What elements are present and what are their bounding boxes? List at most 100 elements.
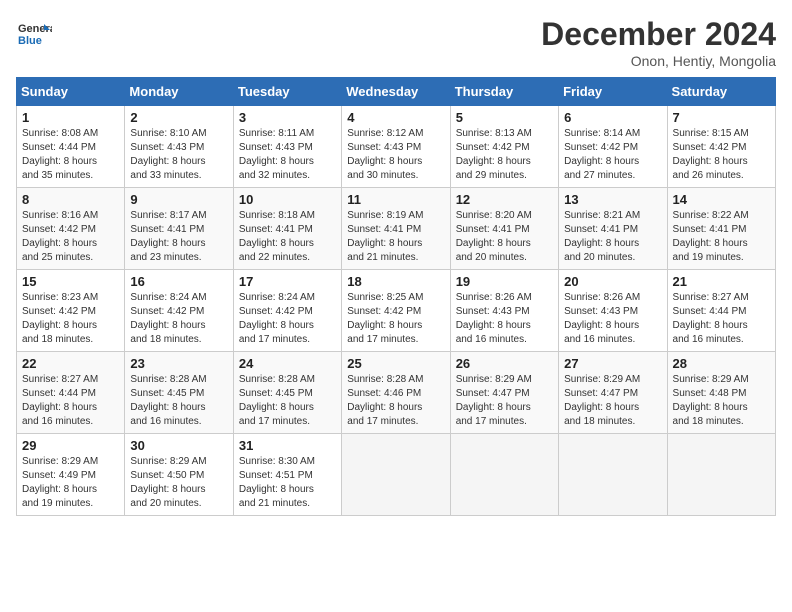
week-row-3: 15 Sunrise: 8:23 AM Sunset: 4:42 PM Dayli… xyxy=(17,270,776,352)
day-number: 28 xyxy=(673,356,770,371)
day-info: Sunrise: 8:19 AM Sunset: 4:41 PM Dayligh… xyxy=(347,209,444,265)
day-cell: 12Sunrise: 8:20 AM Sunset: 4:41 PM Dayli… xyxy=(450,188,558,270)
day-info: Sunrise: 8:29 AM Sunset: 4:49 PM Dayligh… xyxy=(22,455,119,511)
day-cell: 6 Sunrise: 8:14 AM Sunset: 4:42 PM Daylig… xyxy=(559,106,667,188)
day-cell: 9 Sunrise: 8:17 AM Sunset: 4:41 PM Daylig… xyxy=(125,188,233,270)
day-number: 9 xyxy=(130,192,227,207)
calendar-subtitle: Onon, Hentiy, Mongolia xyxy=(541,53,776,69)
day-cell: 25Sunrise: 8:28 AM Sunset: 4:46 PM Dayli… xyxy=(342,352,450,434)
day-info: Sunrise: 8:18 AM Sunset: 4:41 PM Dayligh… xyxy=(239,209,336,265)
day-info: Sunrise: 8:11 AM Sunset: 4:43 PM Dayligh… xyxy=(239,127,336,183)
day-cell: 26 Sunrise: 8:29 AM Sunset: 4:47 PM Dayli… xyxy=(450,352,558,434)
day-info: Sunrise: 8:13 AM Sunset: 4:42 PM Dayligh… xyxy=(456,127,553,183)
day-cell: 18 Sunrise: 8:25 AM Sunset: 4:42 PM Dayli… xyxy=(342,270,450,352)
day-info: Sunrise: 8:25 AM Sunset: 4:42 PM Dayligh… xyxy=(347,291,444,347)
day-cell: 16 Sunrise: 8:24 AM Sunset: 4:42 PM Dayli… xyxy=(125,270,233,352)
day-cell xyxy=(559,434,667,516)
day-cell: 31 Sunrise: 8:30 AM Sunset: 4:51 PM Dayli… xyxy=(233,434,341,516)
day-number: 23 xyxy=(130,356,227,371)
day-cell: 27 Sunrise: 8:29 AM Sunset: 4:47 PM Dayli… xyxy=(559,352,667,434)
day-cell xyxy=(450,434,558,516)
day-number: 30 xyxy=(130,438,227,453)
day-info: Sunrise: 8:10 AM Sunset: 4:43 PM Dayligh… xyxy=(130,127,227,183)
day-info: Sunrise: 8:08 AM Sunset: 4:44 PM Dayligh… xyxy=(22,127,119,183)
day-info: Sunrise: 8:16 AM Sunset: 4:42 PM Dayligh… xyxy=(22,209,119,265)
week-row-5: 29 Sunrise: 8:29 AM Sunset: 4:49 PM Dayli… xyxy=(17,434,776,516)
day-cell: 20 Sunrise: 8:26 AM Sunset: 4:43 PM Dayli… xyxy=(559,270,667,352)
day-info: Sunrise: 8:23 AM Sunset: 4:42 PM Dayligh… xyxy=(22,291,119,347)
day-number: 11 xyxy=(347,192,444,207)
day-cell: 4 Sunrise: 8:12 AM Sunset: 4:43 PM Daylig… xyxy=(342,106,450,188)
day-cell: 1Sunrise: 8:08 AM Sunset: 4:44 PM Daylig… xyxy=(17,106,125,188)
day-number: 13 xyxy=(564,192,661,207)
day-cell xyxy=(342,434,450,516)
day-info: Sunrise: 8:17 AM Sunset: 4:41 PM Dayligh… xyxy=(130,209,227,265)
day-cell: 8 Sunrise: 8:16 AM Sunset: 4:42 PM Daylig… xyxy=(17,188,125,270)
day-cell: 5 Sunrise: 8:13 AM Sunset: 4:42 PM Daylig… xyxy=(450,106,558,188)
day-number: 31 xyxy=(239,438,336,453)
day-number: 16 xyxy=(130,274,227,289)
calendar-title: December 2024 xyxy=(541,16,776,53)
day-cell: 17 Sunrise: 8:24 AM Sunset: 4:42 PM Dayli… xyxy=(233,270,341,352)
calendar-table: SundayMondayTuesdayWednesdayThursdayFrid… xyxy=(16,77,776,516)
day-number: 29 xyxy=(22,438,119,453)
day-cell: 21Sunrise: 8:27 AM Sunset: 4:44 PM Dayli… xyxy=(667,270,775,352)
week-row-1: 1Sunrise: 8:08 AM Sunset: 4:44 PM Daylig… xyxy=(17,106,776,188)
week-row-4: 22Sunrise: 8:27 AM Sunset: 4:44 PM Dayli… xyxy=(17,352,776,434)
day-number: 25 xyxy=(347,356,444,371)
svg-text:Blue: Blue xyxy=(18,35,42,47)
col-header-wednesday: Wednesday xyxy=(342,78,450,106)
day-cell: 2 Sunrise: 8:10 AM Sunset: 4:43 PM Daylig… xyxy=(125,106,233,188)
day-info: Sunrise: 8:27 AM Sunset: 4:44 PM Dayligh… xyxy=(673,291,770,347)
day-number: 8 xyxy=(22,192,119,207)
day-number: 22 xyxy=(22,356,119,371)
day-info: Sunrise: 8:30 AM Sunset: 4:51 PM Dayligh… xyxy=(239,455,336,511)
col-header-friday: Friday xyxy=(559,78,667,106)
day-number: 24 xyxy=(239,356,336,371)
day-cell: 7Sunrise: 8:15 AM Sunset: 4:42 PM Daylig… xyxy=(667,106,775,188)
day-info: Sunrise: 8:26 AM Sunset: 4:43 PM Dayligh… xyxy=(456,291,553,347)
day-number: 15 xyxy=(22,274,119,289)
day-number: 19 xyxy=(456,274,553,289)
day-number: 20 xyxy=(564,274,661,289)
day-info: Sunrise: 8:28 AM Sunset: 4:45 PM Dayligh… xyxy=(239,373,336,429)
logo-icon: General Blue xyxy=(16,16,52,52)
day-number: 6 xyxy=(564,110,661,125)
day-cell: 13 Sunrise: 8:21 AM Sunset: 4:41 PM Dayli… xyxy=(559,188,667,270)
day-number: 26 xyxy=(456,356,553,371)
day-info: Sunrise: 8:12 AM Sunset: 4:43 PM Dayligh… xyxy=(347,127,444,183)
day-number: 17 xyxy=(239,274,336,289)
day-number: 3 xyxy=(239,110,336,125)
col-header-tuesday: Tuesday xyxy=(233,78,341,106)
day-number: 5 xyxy=(456,110,553,125)
day-info: Sunrise: 8:21 AM Sunset: 4:41 PM Dayligh… xyxy=(564,209,661,265)
day-info: Sunrise: 8:22 AM Sunset: 4:41 PM Dayligh… xyxy=(673,209,770,265)
day-number: 7 xyxy=(673,110,770,125)
day-cell: 28 Sunrise: 8:29 AM Sunset: 4:48 PM Dayli… xyxy=(667,352,775,434)
day-cell: 15 Sunrise: 8:23 AM Sunset: 4:42 PM Dayli… xyxy=(17,270,125,352)
day-info: Sunrise: 8:26 AM Sunset: 4:43 PM Dayligh… xyxy=(564,291,661,347)
day-number: 14 xyxy=(673,192,770,207)
day-cell: 3 Sunrise: 8:11 AM Sunset: 4:43 PM Daylig… xyxy=(233,106,341,188)
day-info: Sunrise: 8:24 AM Sunset: 4:42 PM Dayligh… xyxy=(130,291,227,347)
day-cell: 19 Sunrise: 8:26 AM Sunset: 4:43 PM Dayli… xyxy=(450,270,558,352)
day-info: Sunrise: 8:29 AM Sunset: 4:48 PM Dayligh… xyxy=(673,373,770,429)
col-header-saturday: Saturday xyxy=(667,78,775,106)
col-header-sunday: Sunday xyxy=(17,78,125,106)
day-cell: 30Sunrise: 8:29 AM Sunset: 4:50 PM Dayli… xyxy=(125,434,233,516)
day-info: Sunrise: 8:29 AM Sunset: 4:47 PM Dayligh… xyxy=(564,373,661,429)
day-info: Sunrise: 8:29 AM Sunset: 4:47 PM Dayligh… xyxy=(456,373,553,429)
day-info: Sunrise: 8:24 AM Sunset: 4:42 PM Dayligh… xyxy=(239,291,336,347)
week-row-2: 8 Sunrise: 8:16 AM Sunset: 4:42 PM Daylig… xyxy=(17,188,776,270)
day-info: Sunrise: 8:14 AM Sunset: 4:42 PM Dayligh… xyxy=(564,127,661,183)
day-number: 2 xyxy=(130,110,227,125)
day-info: Sunrise: 8:28 AM Sunset: 4:45 PM Dayligh… xyxy=(130,373,227,429)
day-number: 27 xyxy=(564,356,661,371)
day-info: Sunrise: 8:20 AM Sunset: 4:41 PM Dayligh… xyxy=(456,209,553,265)
day-number: 18 xyxy=(347,274,444,289)
day-cell: 11 Sunrise: 8:19 AM Sunset: 4:41 PM Dayli… xyxy=(342,188,450,270)
day-cell: 29 Sunrise: 8:29 AM Sunset: 4:49 PM Dayli… xyxy=(17,434,125,516)
day-cell xyxy=(667,434,775,516)
day-number: 4 xyxy=(347,110,444,125)
day-cell: 24 Sunrise: 8:28 AM Sunset: 4:45 PM Dayli… xyxy=(233,352,341,434)
